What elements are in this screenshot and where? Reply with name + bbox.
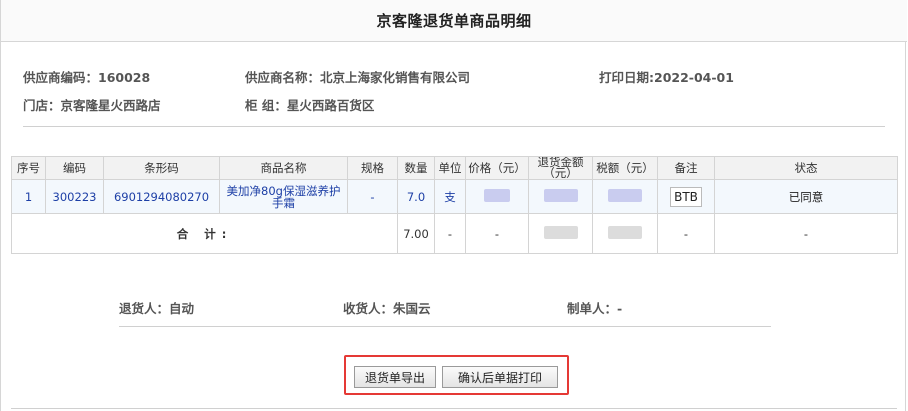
confirm-print-button[interactable]: 确认后单据打印 — [442, 366, 558, 388]
col-status: 状态 — [714, 156, 898, 180]
col-qty: 数量 — [397, 156, 435, 180]
bottom-divider — [11, 408, 897, 409]
cell-price — [465, 179, 529, 214]
cell-spec: - — [347, 179, 398, 214]
cell-tax — [592, 179, 658, 214]
col-code: 编码 — [45, 156, 104, 180]
redacted-total-amount — [543, 225, 578, 239]
supplier-name-label: 供应商名称： — [245, 70, 321, 85]
total-price: - — [465, 213, 529, 254]
cell-remark: BTB — [657, 179, 715, 214]
print-date-value: 2022-04-01 — [654, 70, 734, 85]
col-amount: 退货金额（元） — [528, 156, 593, 180]
col-remark: 备注 — [657, 156, 715, 180]
print-date-label: 打印日期: — [599, 70, 654, 85]
total-tax — [592, 213, 658, 254]
cell-unit: 支 — [434, 179, 466, 214]
total-remark: - — [657, 213, 715, 254]
receiver-label: 收货人： — [343, 301, 394, 316]
total-status: - — [714, 213, 898, 254]
table-row[interactable]: 1 300223 6901294080270 美加净80g保湿滋养护手霜 - 7… — [11, 179, 898, 214]
redacted-tax — [608, 188, 642, 202]
supplier-code-label: 供应商编码： — [23, 70, 99, 85]
col-seq: 序号 — [11, 156, 46, 180]
redacted-amount — [543, 188, 578, 202]
export-return-button[interactable]: 退货单导出 — [354, 366, 436, 388]
info-divider — [23, 126, 885, 127]
title-bar: 京客隆退货单商品明细 — [1, 0, 907, 42]
cell-code: 300223 — [45, 179, 104, 214]
counter-field: 柜 组：星火西路百货区 — [245, 95, 374, 114]
table-header-row: 序号 编码 条形码 商品名称 规格 数量 单位 价格（元） 退货金额（元） 税额… — [11, 156, 898, 180]
store-value: 京客隆星火西路店 — [60, 98, 161, 113]
cell-amount — [528, 179, 593, 214]
receiver-field: 收货人：朱国云 — [343, 298, 431, 317]
supplier-code-value: 160028 — [98, 70, 151, 85]
col-unit: 单位 — [434, 156, 466, 180]
store-field: 门店：京客隆星火西路店 — [23, 95, 161, 114]
returner-label: 退货人： — [119, 301, 170, 316]
cell-qty: 7.0 — [397, 179, 435, 214]
supplier-name-value: 北京上海家化销售有限公司 — [320, 70, 471, 85]
sign-divider — [119, 326, 771, 327]
maker-label: 制单人： — [567, 301, 618, 316]
total-row: 合 计: 7.00 - - - - — [11, 213, 898, 254]
cell-seq: 1 — [11, 179, 46, 214]
page-title: 京客隆退货单商品明细 — [376, 12, 532, 30]
col-price: 价格（元） — [465, 156, 529, 180]
supplier-code-field: 供应商编码：160028 — [23, 67, 150, 86]
total-qty: 7.00 — [397, 213, 435, 254]
cell-barcode: 6901294080270 — [103, 179, 220, 214]
counter-value: 星火西路百货区 — [286, 98, 375, 113]
col-tax: 税额（元） — [592, 156, 658, 180]
remark-value: BTB — [670, 186, 702, 207]
supplier-name-field: 供应商名称：北京上海家化销售有限公司 — [245, 67, 470, 86]
cell-name: 美加净80g保湿滋养护手霜 — [219, 179, 348, 214]
returner-value: 自动 — [169, 301, 195, 316]
cell-status: 已同意 — [714, 179, 898, 214]
total-unit: - — [434, 213, 466, 254]
col-name: 商品名称 — [219, 156, 348, 180]
store-label: 门店： — [23, 98, 61, 113]
maker-value: - — [617, 301, 623, 316]
counter-label: 柜 组： — [245, 98, 287, 113]
redacted-total-tax — [608, 225, 642, 239]
receiver-value: 朱国云 — [393, 301, 431, 316]
returner-field: 退货人：自动 — [119, 298, 194, 317]
total-amount — [528, 213, 593, 254]
return-detail-table: 序号 编码 条形码 商品名称 规格 数量 单位 价格（元） 退货金额（元） 税额… — [11, 156, 898, 254]
col-barcode: 条形码 — [103, 156, 220, 180]
document-frame: 京客隆退货单商品明细 供应商编码：160028 供应商名称：北京上海家化销售有限… — [0, 0, 907, 411]
print-date-field: 打印日期:2022-04-01 — [599, 67, 734, 86]
redacted-price — [484, 188, 510, 202]
col-spec: 规格 — [347, 156, 398, 180]
maker-field: 制单人：- — [567, 298, 622, 317]
total-label: 合 计: — [11, 213, 398, 254]
action-button-group: 退货单导出 确认后单据打印 — [344, 355, 569, 395]
